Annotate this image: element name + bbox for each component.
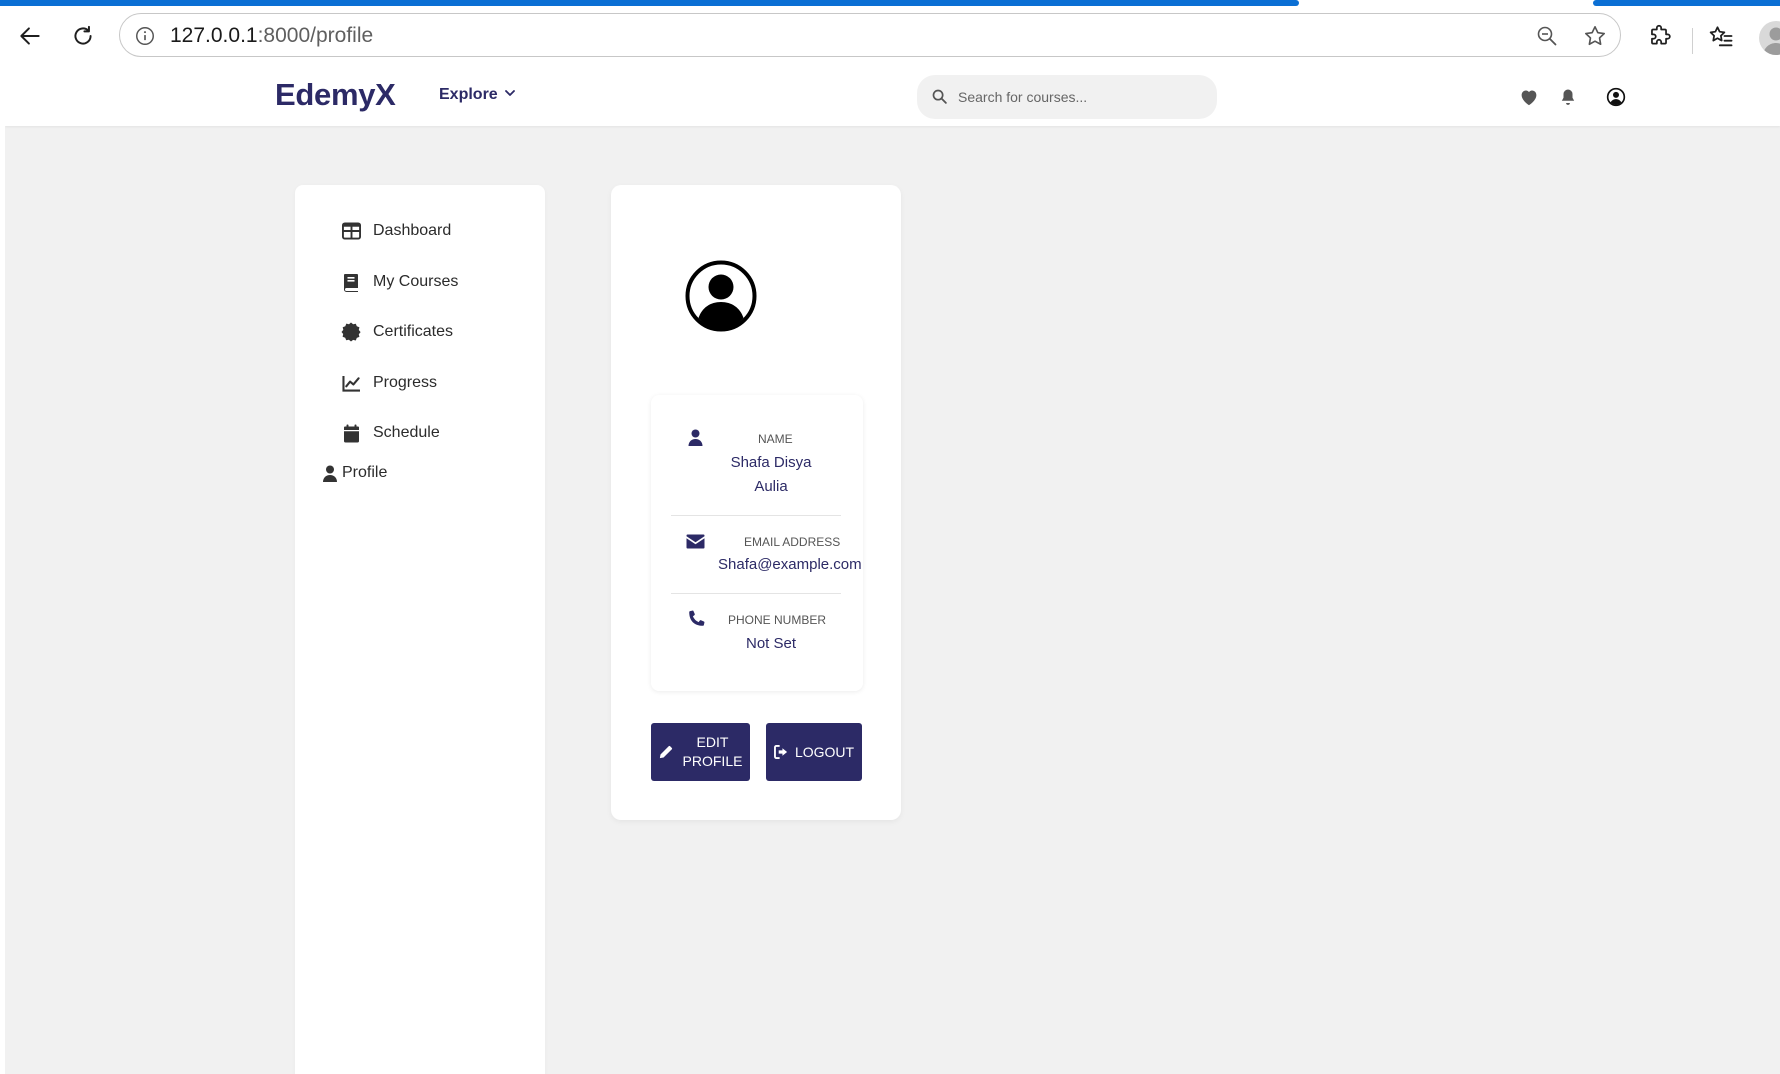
email-value: Shafa@example.com <box>718 556 862 573</box>
site-header: EdemyX Explore <box>5 66 1780 126</box>
back-arrow-icon[interactable] <box>10 16 50 56</box>
user-icon <box>685 427 705 447</box>
user-icon <box>322 462 338 484</box>
name-label: Name <box>758 432 793 446</box>
search-icon <box>931 88 948 110</box>
edit-profile-button[interactable]: Edit Profile <box>651 723 750 781</box>
sidebar-item-label: My Courses <box>373 273 459 290</box>
browser-profile-avatar[interactable] <box>1759 21 1780 55</box>
address-url[interactable]: 127.0.0.1:8000/profile <box>170 24 373 48</box>
url-host: 127.0.0.1 <box>170 24 258 47</box>
browser-toolbar: 127.0.0.1:8000/profile <box>0 6 1780 66</box>
phone-value: Not Set <box>745 635 797 652</box>
toolbar-separator <box>1692 28 1693 54</box>
bell-icon[interactable] <box>1557 86 1579 108</box>
sign-out-icon <box>773 745 789 759</box>
sidebar-item-my-courses[interactable]: My Courses <box>340 271 458 293</box>
email-label: Email Address <box>744 535 841 549</box>
explore-menu[interactable]: Explore <box>439 86 516 104</box>
url-path: :8000/profile <box>257 24 374 47</box>
sidebar-item-label: Progress <box>373 374 438 391</box>
profile-card: Name Shafa Disya Aulia Email Address Sha… <box>611 185 901 820</box>
zoom-out-icon[interactable] <box>1531 20 1563 52</box>
sidebar-item-label: Certificates <box>373 323 454 340</box>
certificate-badge-icon <box>340 321 362 343</box>
heart-icon[interactable] <box>1518 86 1540 108</box>
profile-avatar-icon <box>685 260 757 332</box>
site-info-icon[interactable] <box>129 20 161 52</box>
search-input[interactable] <box>958 87 1198 107</box>
phone-label: Phone Number <box>728 613 827 627</box>
sidebar-item-certificates[interactable]: Certificates <box>340 321 453 343</box>
sidebar-item-profile[interactable]: Profile <box>322 462 387 484</box>
sidebar-item-label: Schedule <box>373 424 440 441</box>
name-line2: Aulia <box>754 478 788 495</box>
sidebar-item-label: Dashboard <box>373 222 452 239</box>
extensions-puzzle-icon[interactable] <box>1639 16 1679 56</box>
phone-icon <box>685 609 705 629</box>
edit-label-line2: Profile <box>682 753 743 769</box>
line-chart-icon <box>340 372 362 394</box>
info-divider <box>671 593 841 594</box>
chevron-down-icon <box>504 86 516 104</box>
info-divider <box>671 515 841 516</box>
name-line1: Shafa Disya <box>730 454 812 471</box>
profile-info-box: Name Shafa Disya Aulia Email Address Sha… <box>651 395 863 691</box>
edit-label-line1: Edit <box>696 734 729 750</box>
explore-label: Explore <box>439 86 498 103</box>
calendar-icon <box>340 422 362 444</box>
logout-label: Logout <box>794 743 855 760</box>
envelope-icon <box>685 531 705 551</box>
sidebar-item-schedule[interactable]: Schedule <box>340 422 440 444</box>
favorites-icon[interactable] <box>1701 16 1741 56</box>
sidebar-item-progress[interactable]: Progress <box>340 372 437 394</box>
logout-button[interactable]: Logout <box>766 723 862 781</box>
reload-icon[interactable] <box>63 16 103 56</box>
course-search[interactable] <box>917 75 1217 119</box>
site-logo[interactable]: EdemyX <box>275 77 396 113</box>
dashboard-grid-icon <box>340 220 362 242</box>
sidebar: Dashboard My Courses Certificates Progre… <box>295 185 545 1074</box>
bookmark-star-icon[interactable] <box>1579 20 1611 52</box>
pencil-icon <box>659 745 673 759</box>
sidebar-item-dashboard[interactable]: Dashboard <box>340 220 451 242</box>
sidebar-item-label: Profile <box>342 464 388 481</box>
page-viewport: EdemyX Explore Dashboard <box>5 66 1780 1074</box>
address-bar[interactable]: 127.0.0.1:8000/profile <box>119 13 1621 57</box>
user-account-icon[interactable] <box>1605 86 1627 108</box>
book-icon <box>340 271 362 293</box>
